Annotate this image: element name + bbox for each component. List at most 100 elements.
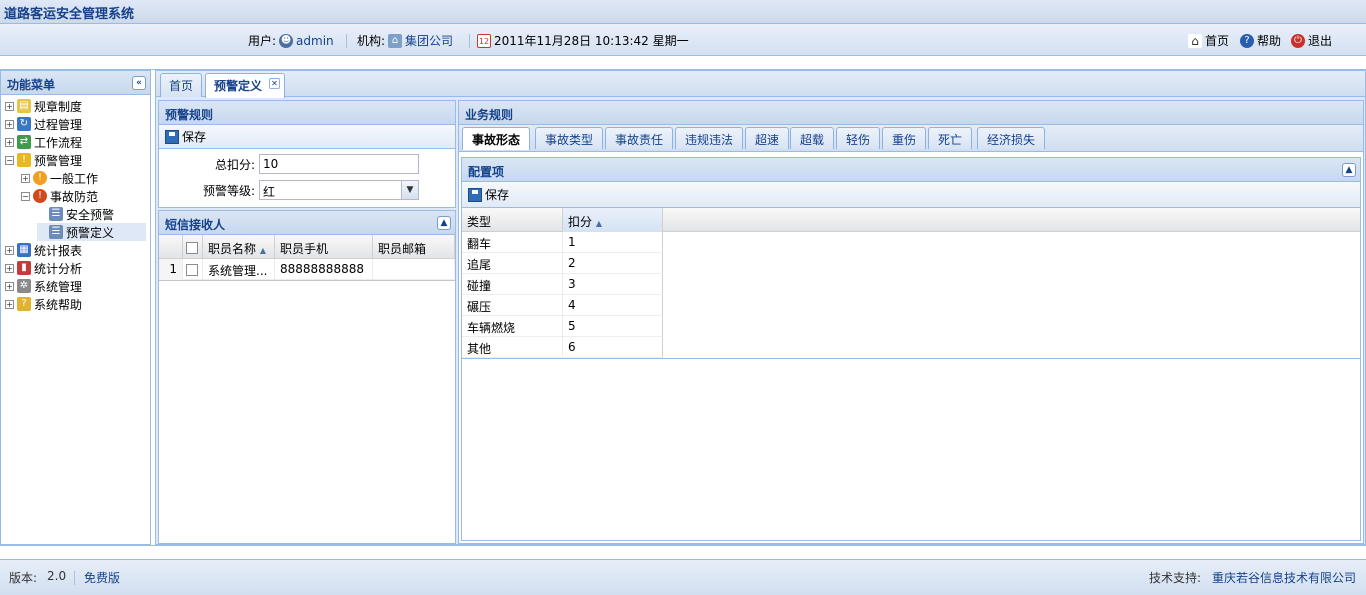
sidebar-item[interactable]: ☰ 预警定义 [37,223,146,241]
tab-warning-definition[interactable]: 预警定义 ✕ [205,73,286,98]
main-tabbar: 首页 预警定义 ✕ [156,71,1365,98]
col-staff-name[interactable]: 职员名称 ▲ [203,235,275,259]
row-checkbox[interactable] [183,259,203,280]
sidebar-item[interactable]: ☰ 安全预警 [1,205,114,223]
expand-icon[interactable]: + [5,245,14,255]
version-value: 2.0 [47,569,67,583]
table-row[interactable]: 其他 6 [462,337,663,358]
collapse-icon[interactable]: − [21,191,30,201]
total-score-input[interactable]: 10 [259,154,419,174]
calendar-icon: 12 [477,33,491,48]
sidebar-item[interactable]: + ✲ 系统管理 [1,277,82,295]
home-label: 首页 [1205,34,1230,48]
sidebar-item[interactable]: +? 系统帮助 [1,295,82,313]
sidebar-item[interactable]: + ▮ 统计分析 [1,259,82,277]
process-icon: ↻ [17,117,31,131]
sidebar-item[interactable]: +! 一般工作 [1,169,98,187]
collapse-icon[interactable]: − [5,155,14,165]
tab-label: 违规违法 [685,133,734,147]
collapse-up-icon[interactable]: ▲ [437,216,451,230]
table-row[interactable]: 追尾 2 [462,253,663,274]
tab-business-rule[interactable]: 重伤 [882,127,927,149]
type-cell: 碰撞 [462,274,563,295]
sort-asc-icon: ▲ [595,219,602,228]
tab-business-rule[interactable]: 违规违法 [675,127,744,149]
sidebar-item[interactable]: + ▦ 统计报表 [1,241,82,259]
table-row[interactable]: 车辆燃烧 5 [462,316,663,337]
logout-label: 退出 [1308,34,1333,48]
tab-business-rule[interactable]: 事故形态 [462,127,531,150]
save-button[interactable]: 保存 [165,128,206,145]
header-spacer [0,56,1366,70]
tab-business-rule[interactable]: 经济损失 [977,127,1046,149]
score-cell[interactable]: 6 [563,337,663,358]
org-name[interactable]: 集团公司 [405,32,453,49]
tab-label: 事故类型 [545,133,594,147]
sidebar-item-label: 系统帮助 [34,297,83,312]
sidebar-item[interactable]: −! 预警管理 [1,151,82,169]
tab-business-rule[interactable]: 超速 [745,127,790,149]
checkbox[interactable] [186,263,198,276]
type-cell: 车辆燃烧 [462,316,563,337]
select-all-checkbox[interactable] [183,235,203,259]
col-type[interactable]: 类型 [462,208,563,232]
chevron-down-icon[interactable]: ▼ [401,181,418,199]
collapse-left-icon[interactable]: « [132,76,146,90]
col-staff-email[interactable]: 职员邮箱 [373,235,455,259]
config-header: 配置项 ▲ [462,158,1360,182]
col-staff-email-label: 职员邮箱 [378,242,427,256]
sidebar-item[interactable]: + ⇄ 工作流程 [1,133,82,151]
tab-home-label: 首页 [169,79,194,93]
score-cell[interactable]: 2 [563,253,663,274]
col-staff-phone[interactable]: 职员手机 [275,235,373,259]
bar-chart-icon: ▮ [17,261,31,275]
warning-level-select[interactable]: 红 ▼ [259,180,419,200]
tab-home[interactable]: 首页 [160,73,203,97]
table-row[interactable]: 碰撞 3 [462,274,663,295]
tab-business-rule[interactable]: 超载 [790,127,835,149]
tab-business-rule[interactable]: 死亡 [928,127,973,149]
score-cell[interactable]: 5 [563,316,663,337]
staff-email-cell [373,259,455,280]
config-save-button[interactable]: 保存 [468,186,509,203]
score-cell[interactable]: 4 [563,295,663,316]
help-link[interactable]: ? 帮助 [1240,32,1281,49]
expand-icon[interactable]: + [21,173,30,183]
help-label: 帮助 [1257,34,1282,48]
table-row[interactable]: 1 系统管理... 88888888888 [159,259,455,280]
expand-icon[interactable]: + [5,101,14,111]
org-icon: ⌂ [388,33,403,48]
table-row[interactable]: 翻车 1 [462,232,663,253]
expand-icon[interactable]: + [5,137,14,147]
footer-bar: 版本: 2.0 免费版 技术支持: 重庆若谷信息技术有限公司 [0,559,1366,595]
sidebar-item-label: 系统管理 [34,279,83,294]
tab-business-rule[interactable]: 事故类型 [535,127,604,149]
support-company-link[interactable]: 重庆若谷信息技术有限公司 [1212,569,1356,586]
sidebar-item-label: 统计分析 [34,261,83,276]
sidebar-item[interactable]: + ↻ 过程管理 [1,115,82,133]
collapse-up-icon[interactable]: ▲ [1342,163,1356,177]
logout-link[interactable]: ⏻ 退出 [1291,32,1332,49]
sidebar-title: 功能菜单 [7,78,56,92]
expand-icon[interactable]: + [5,299,14,309]
business-rule-panel: 业务规则 事故形态 事故类型 事故责任 违规违法 超速 超载 轻伤 重伤 死亡 经济损失 配置项 … [458,100,1364,544]
sidebar-item[interactable]: −! 事故防范 [1,187,98,205]
config-toolbar: 保存 [462,182,1360,208]
score-cell[interactable]: 1 [563,232,663,253]
expand-icon[interactable]: + [5,281,14,291]
sidebar-item[interactable]: + ▤ 规章制度 [1,97,82,115]
expand-icon[interactable]: + [5,263,14,273]
col-score[interactable]: 扣分 ▲ [563,208,663,232]
expand-icon[interactable]: + [5,119,14,129]
home-icon: ⌂ [1188,33,1202,48]
alert-icon: ! [33,189,47,203]
tab-label: 死亡 [938,133,963,147]
tab-business-rule[interactable]: 事故责任 [605,127,674,149]
total-score-label: 总扣分: [214,157,255,172]
close-icon[interactable]: ✕ [269,78,281,89]
table-row[interactable]: 碾压 4 [462,295,663,316]
user-name[interactable]: admin [296,34,334,48]
home-link[interactable]: ⌂ 首页 [1188,32,1229,49]
score-cell[interactable]: 3 [563,274,663,295]
tab-business-rule[interactable]: 轻伤 [836,127,881,149]
